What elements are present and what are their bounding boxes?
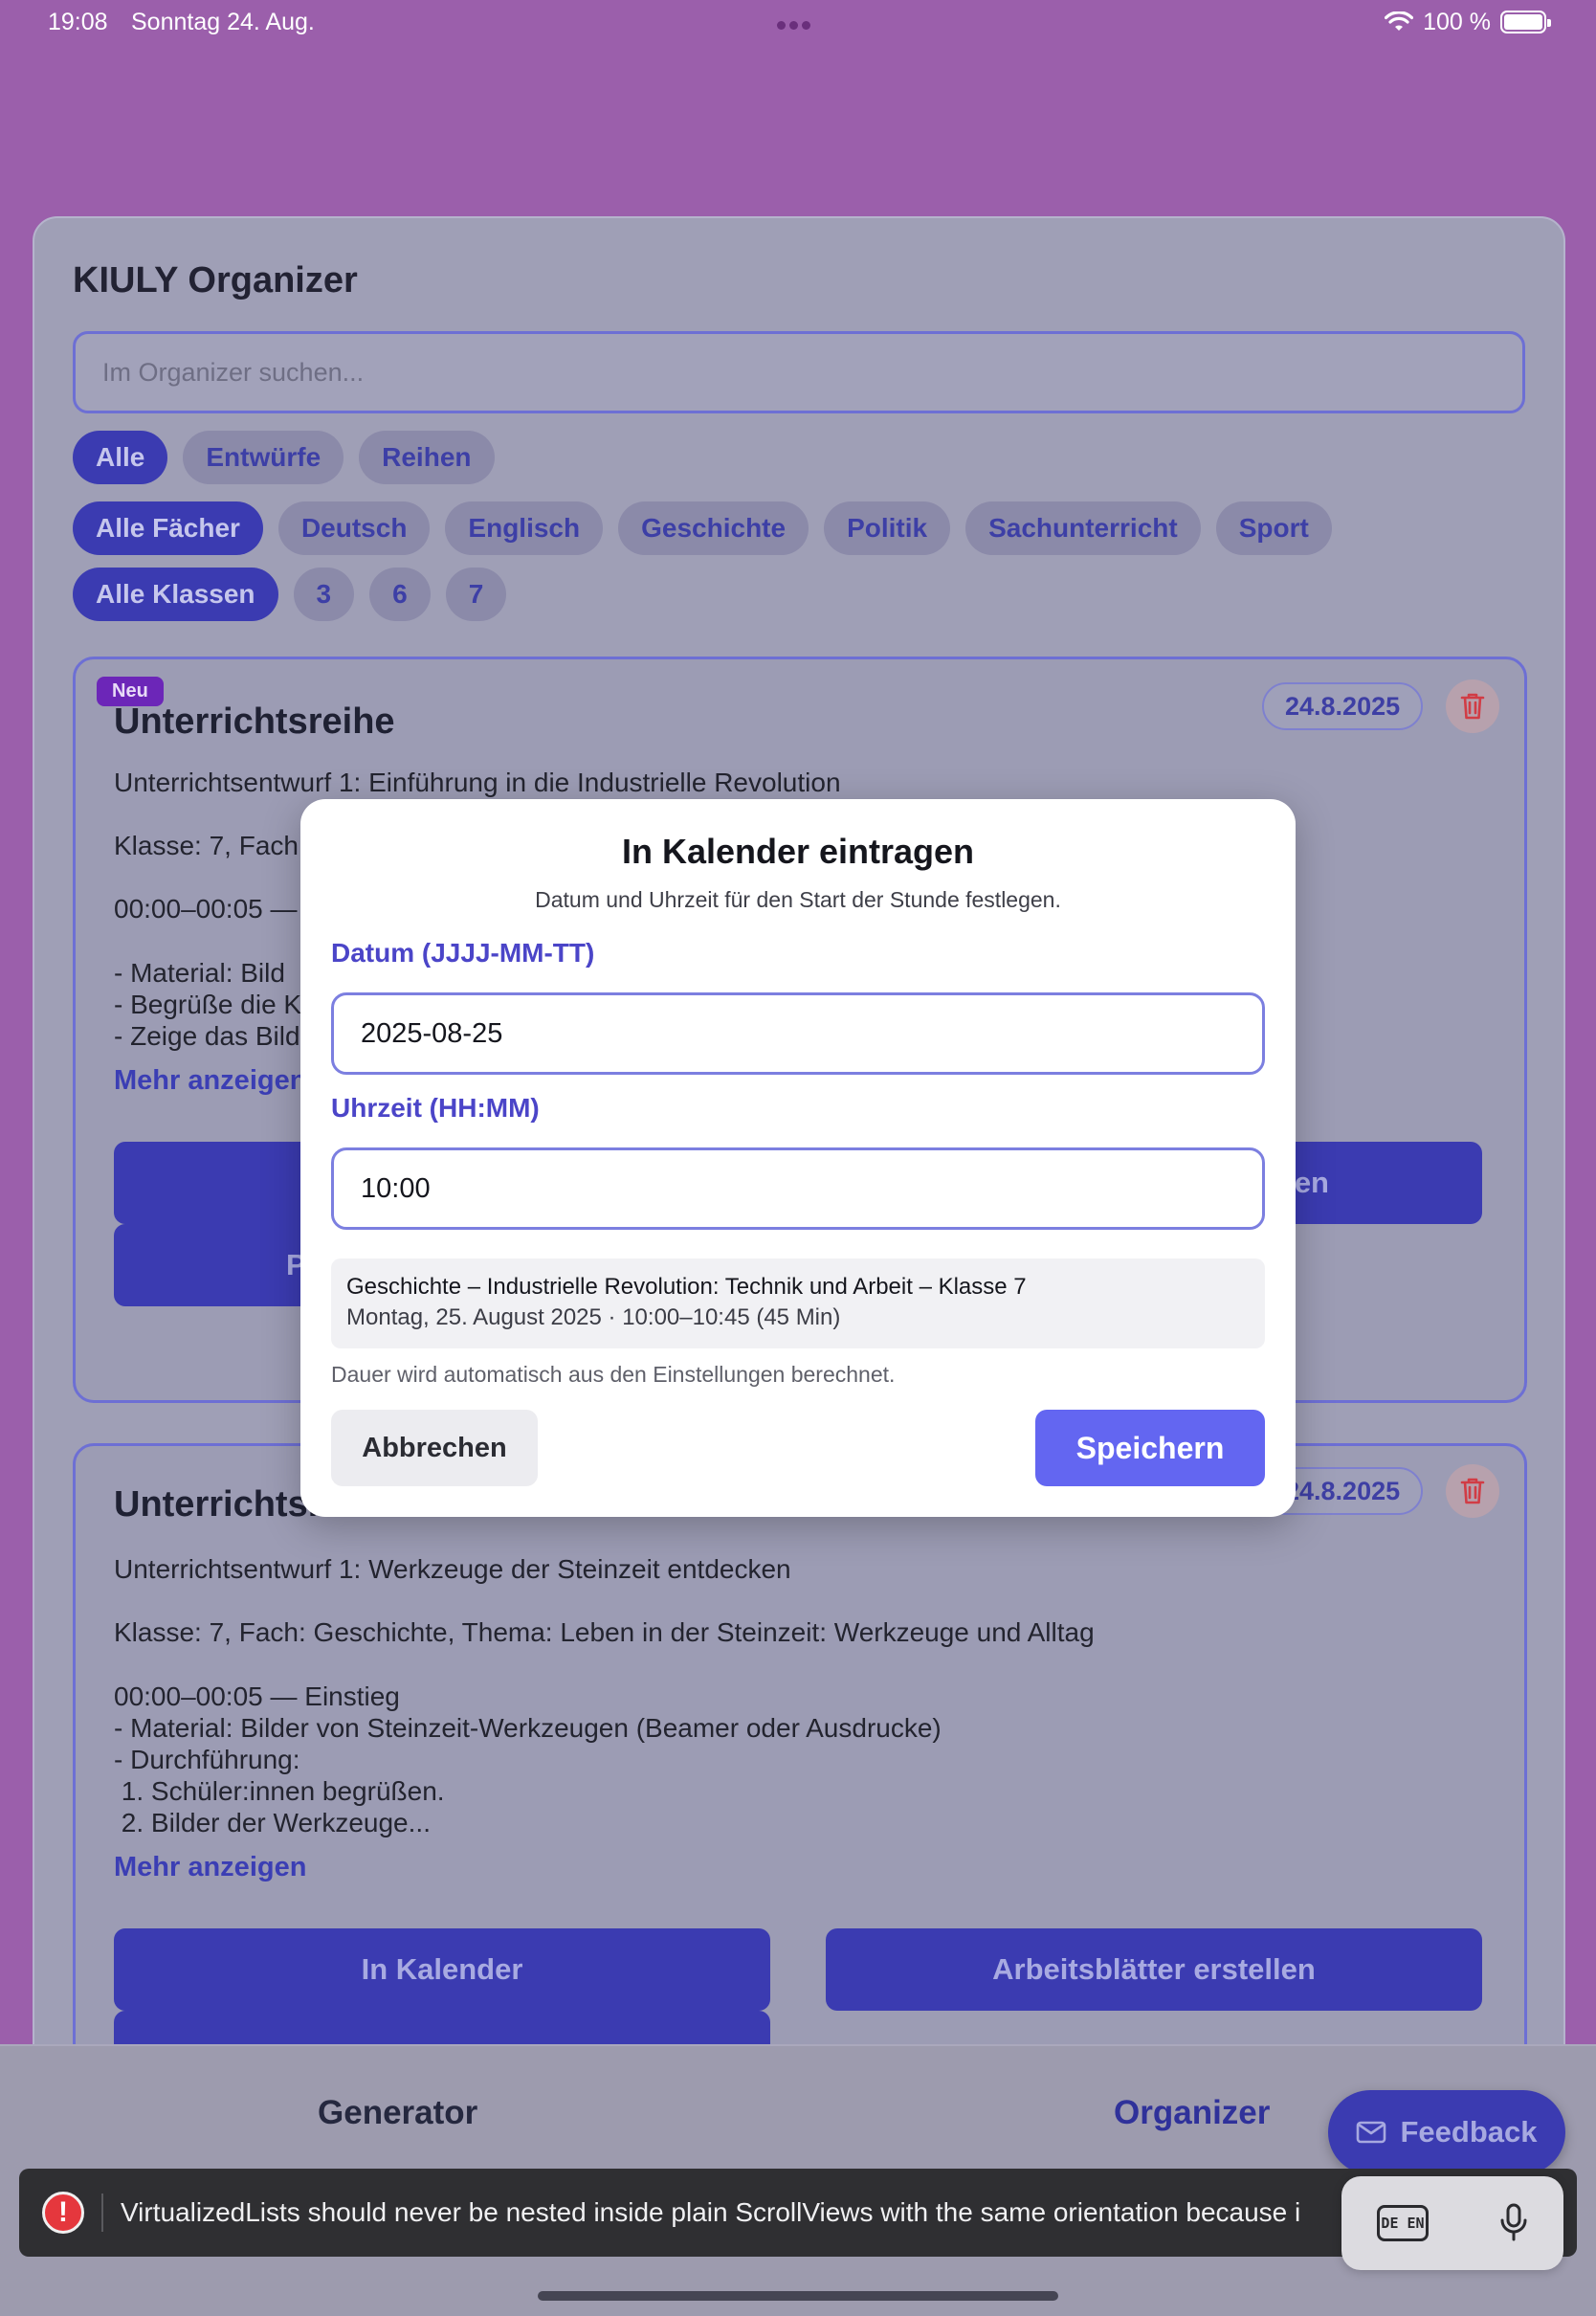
status-date: Sonntag 24. Aug. <box>131 9 315 35</box>
tab-generator[interactable]: Generator <box>318 2094 477 2132</box>
time-label: Uhrzeit (HH:MM) <box>331 1093 540 1123</box>
date-field[interactable] <box>331 992 1265 1075</box>
dialog-subtitle: Datum und Uhrzeit für den Start der Stun… <box>535 887 1061 912</box>
mail-icon <box>1357 2121 1386 2144</box>
search-input[interactable] <box>102 357 1496 388</box>
multitasking-dots-icon[interactable] <box>777 17 819 30</box>
card-line: 1. Schüler:innen begrüßen. <box>114 1776 445 1806</box>
type-filter-row: Alle Entwürfe Reihen <box>73 431 495 484</box>
filter-subject-geschichte[interactable]: Geschichte <box>618 501 809 555</box>
filter-type-all[interactable]: Alle <box>73 431 168 484</box>
battery-icon <box>1500 11 1551 33</box>
divider <box>101 2194 103 2232</box>
filter-subject-all[interactable]: Alle Fächer <box>73 501 263 555</box>
card-title: Unterrichtsreihe <box>114 701 395 742</box>
date-badge: 24.8.2025 <box>1262 682 1424 730</box>
home-indicator[interactable] <box>538 2291 1058 2301</box>
show-more-link[interactable]: Mehr anzeigen <box>114 1852 306 1883</box>
cancel-button[interactable]: Abbrechen <box>331 1410 538 1486</box>
trash-icon <box>1460 693 1485 720</box>
card-line: - Zeige das Bild <box>114 1021 300 1051</box>
subject-filter-row: Alle Fächer Deutsch Englisch Geschichte … <box>73 501 1332 555</box>
filter-subject-sport[interactable]: Sport <box>1215 501 1332 555</box>
card-line: 2. Bilder der Werkzeuge... <box>114 1808 431 1837</box>
create-worksheets-button[interactable]: Arbeitsblätter erstellen <box>826 1928 1482 2011</box>
language-switch-icon[interactable]: DE EN <box>1377 2205 1429 2241</box>
time-input[interactable] <box>361 1172 1235 1205</box>
card-line: Unterrichtsentwurf 1: Einführung in die … <box>114 768 841 797</box>
delete-button[interactable] <box>1446 679 1499 733</box>
card-line: 00:00–00:05 — <box>114 894 298 924</box>
error-message: VirtualizedLists should never be nested … <box>121 2197 1301 2227</box>
status-bar: 19:08 Sonntag 24. Aug. 100 % <box>0 0 1596 46</box>
microphone-icon[interactable] <box>1499 2203 1528 2243</box>
keyboard-widget: DE EN <box>1341 2176 1563 2270</box>
filter-class-3[interactable]: 3 <box>293 568 355 621</box>
date-label: Datum (JJJJ-MM-TT) <box>331 938 595 968</box>
card-line: - Durchführung: <box>114 1745 300 1774</box>
filter-type-drafts[interactable]: Entwürfe <box>183 431 344 484</box>
feedback-label: Feedback <box>1400 2115 1538 2149</box>
card-line: - Material: Bild <box>114 958 285 988</box>
card-line: Klasse: 7, Fach: <box>114 831 306 860</box>
filter-type-series[interactable]: Reihen <box>359 431 495 484</box>
preview-title: Geschichte – Industrielle Revolution: Te… <box>346 1274 1027 1300</box>
status-indicators: 100 % <box>1385 8 1551 36</box>
card-line: Unterrichtsentwurf 1: Werkzeuge der Stei… <box>114 1554 791 1584</box>
filter-subject-politik[interactable]: Politik <box>824 501 951 555</box>
event-preview: Geschichte – Industrielle Revolution: Te… <box>331 1258 1265 1348</box>
class-filter-row: Alle Klassen 3 6 7 <box>73 568 507 621</box>
calendar-dialog: In Kalender eintragen Datum und Uhrzeit … <box>300 799 1296 1517</box>
dialog-title: In Kalender eintragen <box>621 832 975 871</box>
battery-percent: 100 % <box>1423 8 1491 35</box>
filter-class-6[interactable]: 6 <box>369 568 431 621</box>
tab-organizer[interactable]: Organizer <box>1114 2094 1270 2132</box>
add-to-calendar-button[interactable]: In Kalender <box>114 1928 770 2011</box>
status-time: 19:08 <box>48 9 108 35</box>
page-title: KIULY Organizer <box>73 260 358 301</box>
filter-subject-sachunterricht[interactable]: Sachunterricht <box>965 501 1201 555</box>
filter-subject-deutsch[interactable]: Deutsch <box>277 501 431 555</box>
filter-class-all[interactable]: Alle Klassen <box>73 568 278 621</box>
date-input[interactable] <box>361 1017 1235 1050</box>
trash-icon <box>1460 1478 1485 1504</box>
show-more-link[interactable]: Mehr anzeigen <box>114 1065 306 1097</box>
feedback-button[interactable]: Feedback <box>1328 2090 1565 2174</box>
preview-datetime: Montag, 25. August 2025 · 10:00–10:45 (4… <box>346 1304 841 1330</box>
button-label: en <box>1294 1166 1329 1199</box>
delete-button[interactable] <box>1446 1464 1499 1518</box>
wifi-icon <box>1385 11 1414 31</box>
duration-hint: Dauer wird automatisch aus den Einstellu… <box>331 1362 896 1387</box>
search-field[interactable] <box>73 331 1525 413</box>
card-line: 00:00–00:05 — Einstieg <box>114 1681 400 1711</box>
filter-subject-englisch[interactable]: Englisch <box>445 501 604 555</box>
card-line: - Begrüße die K <box>114 990 302 1019</box>
error-icon: ! <box>42 2192 84 2234</box>
card-line: - Material: Bilder von Steinzeit-Werkzeu… <box>114 1713 942 1743</box>
save-button[interactable]: Speichern <box>1035 1410 1265 1486</box>
time-field[interactable] <box>331 1147 1265 1230</box>
filter-class-7[interactable]: 7 <box>445 568 507 621</box>
card-line: Klasse: 7, Fach: Geschichte, Thema: Lebe… <box>114 1617 1095 1647</box>
